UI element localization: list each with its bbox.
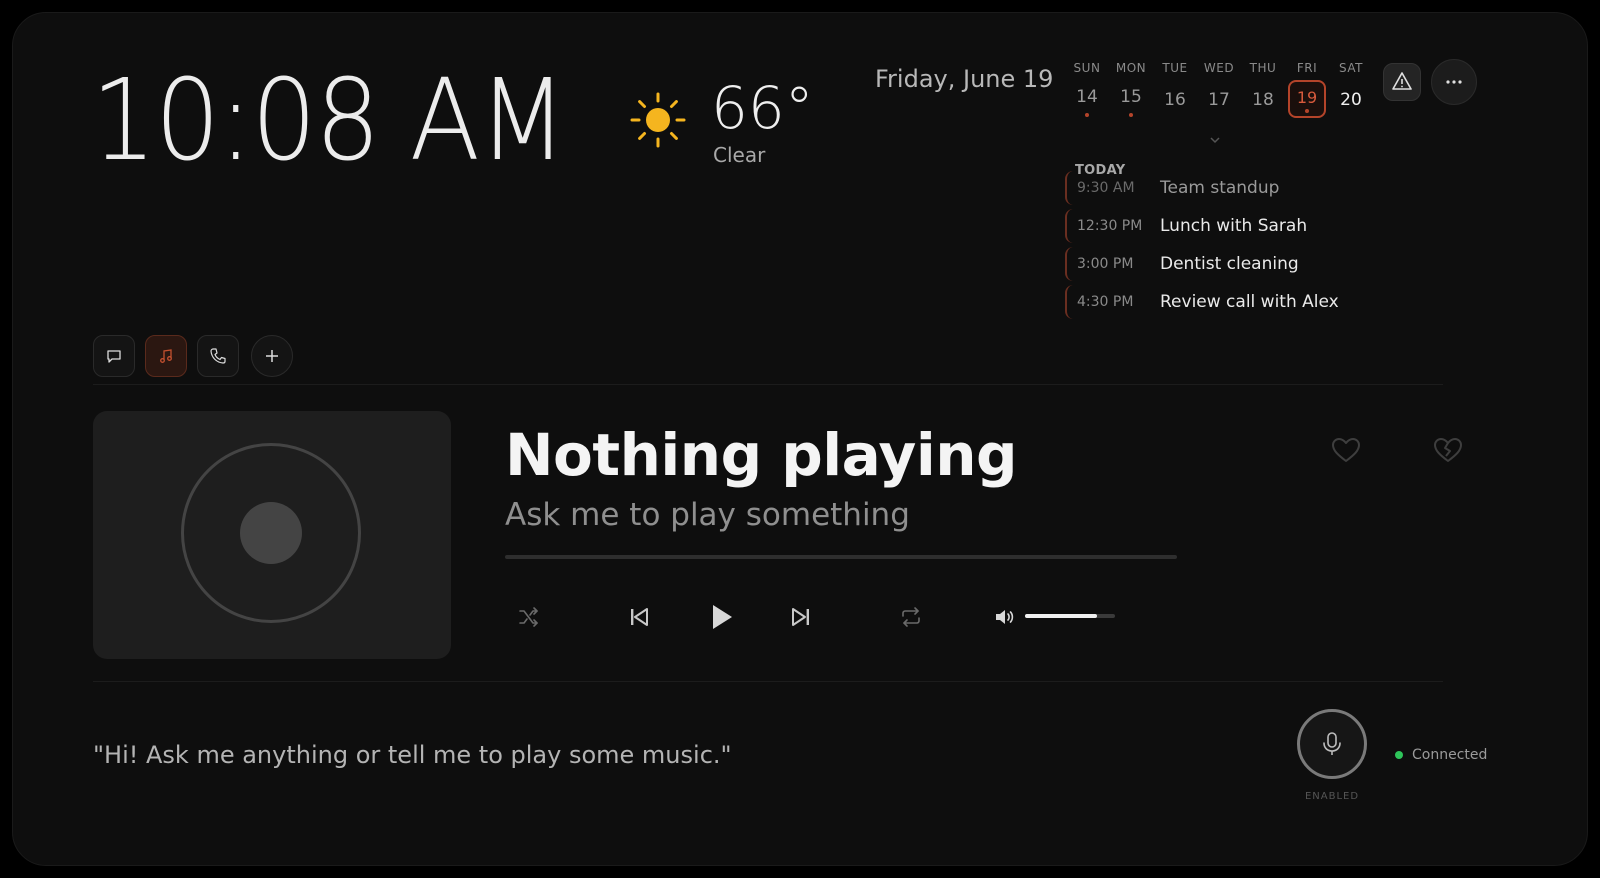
day-name: MON xyxy=(1115,61,1147,75)
calendar-day-fri-selected[interactable]: FRI 19 xyxy=(1287,61,1327,118)
chat-icon xyxy=(107,350,121,363)
volume-button[interactable] xyxy=(985,597,1025,637)
shuffle-button[interactable] xyxy=(509,597,549,637)
day-date: 17 xyxy=(1208,90,1230,110)
broken-heart-icon[interactable] xyxy=(1431,433,1465,467)
event-time: 3:00 PM xyxy=(1077,256,1134,272)
date-label: Friday, June 19 xyxy=(875,65,1054,93)
day-date: 14 xyxy=(1076,87,1098,107)
divider xyxy=(93,384,1443,385)
smart-display: 10:08 AM 66° Clear Friday, June 19 SUN 1… xyxy=(12,12,1588,866)
day-date: 16 xyxy=(1164,90,1186,110)
disc-icon xyxy=(181,443,361,623)
chevron-down-icon[interactable] xyxy=(1209,135,1221,145)
event-time: 12:30 PM xyxy=(1077,218,1143,234)
music-note-icon xyxy=(160,349,172,363)
progress-bar[interactable] xyxy=(505,555,1177,559)
divider xyxy=(93,681,1443,682)
mic-status-label: ENABLED xyxy=(1304,791,1360,802)
day-date: 20 xyxy=(1340,90,1362,110)
tab-music[interactable] xyxy=(145,335,187,377)
day-name: THU xyxy=(1249,61,1277,75)
play-button[interactable] xyxy=(701,597,741,637)
tab-phone[interactable] xyxy=(197,335,239,377)
weather-condition: Clear xyxy=(713,143,766,167)
week-strip: SUN 14 MON 15 TUE 16 WED 17 THU 18 FRI 1… xyxy=(1067,61,1383,141)
volume-slider[interactable] xyxy=(1025,614,1115,618)
microphone-icon xyxy=(1323,732,1341,755)
connection-status-dot xyxy=(1395,751,1403,759)
event-time: 4:30 PM xyxy=(1077,294,1134,310)
event-title: Team standup xyxy=(1160,178,1280,198)
more-button[interactable] xyxy=(1431,59,1477,105)
calendar-day-sat[interactable]: SAT 20 xyxy=(1331,61,1371,110)
skip-next-icon xyxy=(792,608,809,626)
previous-button[interactable] xyxy=(619,597,659,637)
alert-button[interactable] xyxy=(1383,63,1421,101)
day-date: 15 xyxy=(1120,87,1142,107)
day-name: FRI xyxy=(1296,61,1318,75)
event-item[interactable]: 12:30 PM Lunch with Sarah xyxy=(1065,209,1367,243)
event-item[interactable]: 9:30 AM Team standup xyxy=(1065,171,1367,205)
event-item[interactable]: 3:00 PM Dentist cleaning xyxy=(1065,247,1367,281)
calendar-day-wed[interactable]: WED 17 xyxy=(1199,61,1239,110)
event-dot xyxy=(1129,113,1133,117)
more-icon xyxy=(1446,80,1462,84)
day-name: SAT xyxy=(1339,61,1363,75)
event-dot xyxy=(1085,113,1089,117)
phone-icon xyxy=(210,348,226,364)
repeat-button[interactable] xyxy=(891,597,931,637)
day-date: 18 xyxy=(1252,90,1274,110)
event-dot xyxy=(1305,109,1309,113)
album-art-placeholder xyxy=(93,411,451,659)
calendar-day-sun[interactable]: SUN 14 xyxy=(1067,61,1107,117)
add-mode-button[interactable] xyxy=(251,335,293,377)
connection-status: Connected xyxy=(1412,747,1488,763)
calendar-day-thu[interactable]: THU 18 xyxy=(1243,61,1283,110)
shuffle-icon xyxy=(519,607,538,627)
assistant-prompt: "Hi! Ask me anything or tell me to play … xyxy=(93,741,732,769)
warning-icon xyxy=(1392,72,1412,90)
event-item[interactable]: 4:30 PM Review call with Alex xyxy=(1065,285,1367,319)
day-name: TUE xyxy=(1162,61,1188,75)
plus-icon xyxy=(266,350,278,362)
calendar-day-mon[interactable]: MON 15 xyxy=(1111,61,1151,117)
sun-icon xyxy=(630,92,686,148)
volume-icon xyxy=(996,610,1014,624)
skip-previous-icon xyxy=(631,608,648,626)
microphone-button[interactable] xyxy=(1297,709,1367,779)
event-title: Lunch with Sarah xyxy=(1160,216,1308,236)
next-button[interactable] xyxy=(781,597,821,637)
day-name: WED xyxy=(1203,61,1235,75)
track-subtitle: Ask me to play something xyxy=(505,497,910,533)
day-name: SUN xyxy=(1073,61,1101,75)
heart-icon[interactable] xyxy=(1329,433,1363,467)
clock-time: 10:08 AM xyxy=(91,56,567,186)
day-date: 19 xyxy=(1296,88,1318,107)
repeat-icon xyxy=(902,607,920,627)
event-title: Dentist cleaning xyxy=(1160,254,1299,274)
volume-fill xyxy=(1025,614,1097,618)
play-icon xyxy=(713,605,732,629)
event-title: Review call with Alex xyxy=(1160,292,1339,312)
event-time: 9:30 AM xyxy=(1077,180,1135,196)
calendar-day-tue[interactable]: TUE 16 xyxy=(1155,61,1195,110)
day-date-selected: 19 xyxy=(1288,80,1326,118)
track-title: Nothing playing xyxy=(505,421,1018,489)
tab-chat[interactable] xyxy=(93,335,135,377)
temperature: 66° xyxy=(711,74,814,142)
